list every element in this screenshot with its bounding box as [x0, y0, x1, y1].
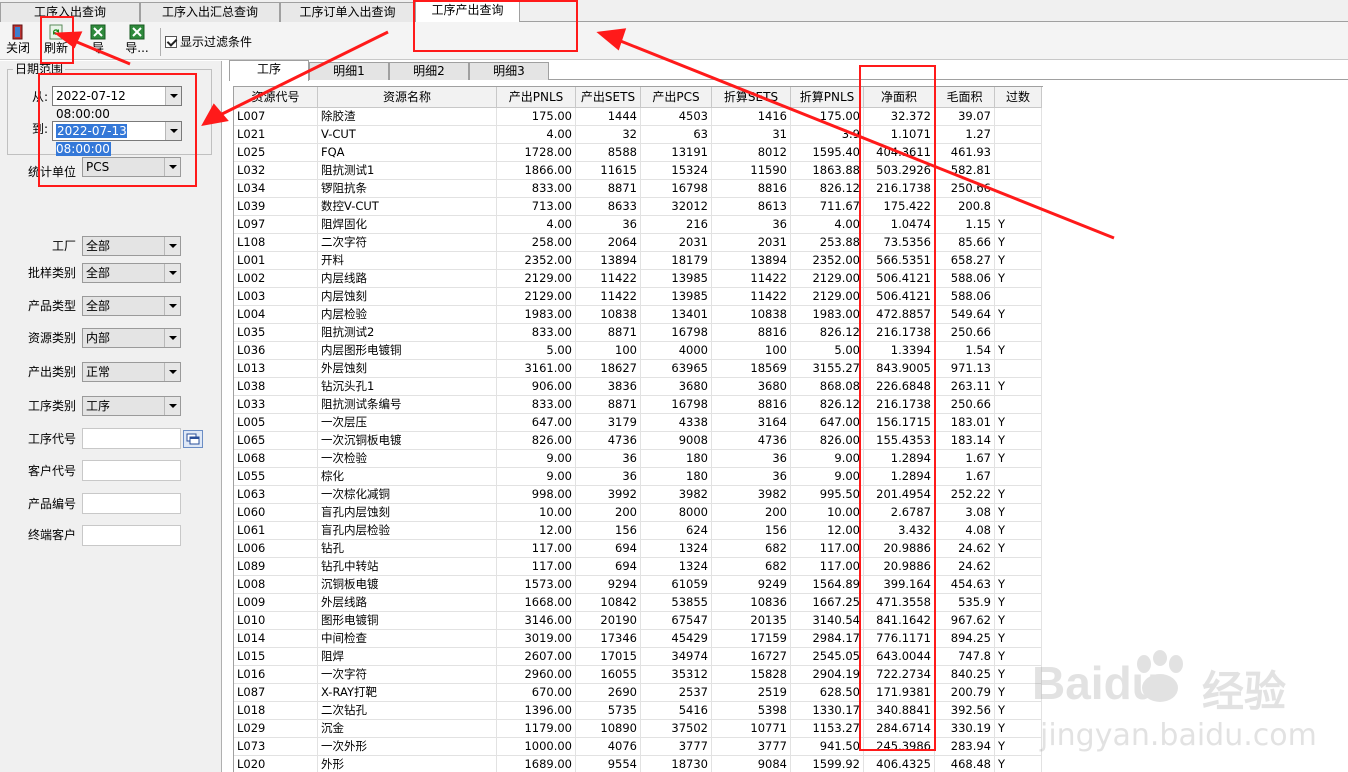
arrow-to-output-tab: [617, 38, 1115, 240]
arrow-head-icon: [53, 31, 83, 49]
arrow-head-icon: [201, 103, 229, 127]
arrow-to-filters: [217, 30, 389, 118]
arrow-to-refresh: [71, 38, 131, 66]
arrow-head-icon: [596, 28, 627, 51]
annotation-arrows: [53, 28, 1115, 240]
